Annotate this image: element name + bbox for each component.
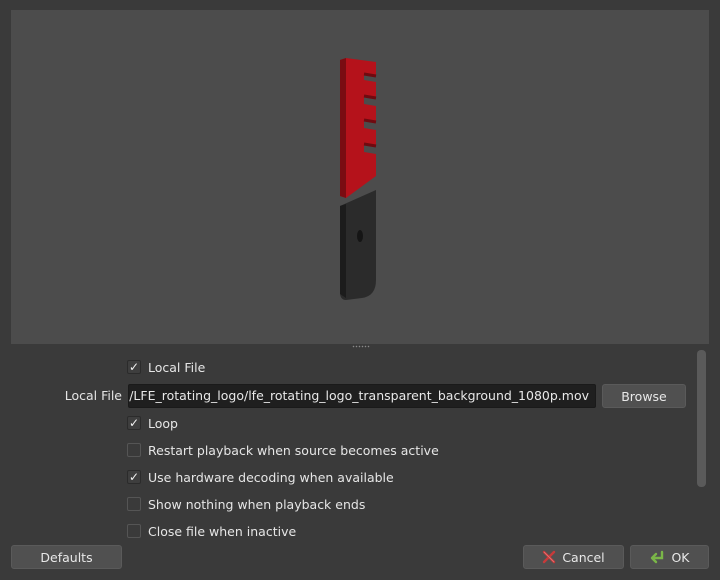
restart-playback-checkbox[interactable] — [127, 443, 141, 457]
close-file-checkbox[interactable] — [127, 524, 141, 538]
loop-checkbox[interactable]: ✓ — [127, 416, 141, 430]
browse-button[interactable]: Browse — [602, 384, 686, 408]
ok-label: OK — [671, 549, 690, 565]
show-nothing-row[interactable]: Show nothing when playback ends — [127, 492, 365, 516]
source-preview — [11, 10, 709, 344]
cancel-label: Cancel — [562, 549, 605, 565]
show-nothing-checkbox[interactable] — [127, 497, 141, 511]
restart-playback-row[interactable]: Restart playback when source becomes act… — [127, 438, 439, 462]
loop-row[interactable]: ✓ Loop — [127, 411, 178, 435]
cancel-x-icon — [542, 550, 556, 564]
close-file-label: Close file when inactive — [148, 523, 297, 539]
local-file-path-field[interactable]: os/LFE_rotating_logo/lfe_rotating_logo_t… — [128, 384, 596, 408]
hw-decoding-label: Use hardware decoding when available — [148, 469, 394, 485]
properties-panel: ✓ Local File Local File os/LFE_rotating_… — [0, 352, 695, 540]
ok-arrow-icon — [649, 550, 665, 564]
cancel-button[interactable]: Cancel — [523, 545, 624, 569]
restart-playback-label: Restart playback when source becomes act… — [148, 442, 439, 458]
loop-label: Loop — [148, 415, 178, 431]
hw-decoding-row[interactable]: ✓ Use hardware decoding when available — [127, 465, 394, 489]
local-file-checkbox[interactable]: ✓ — [127, 360, 141, 374]
local-file-checkbox-label: Local File — [148, 359, 206, 375]
lfe-logo-image — [336, 48, 386, 300]
local-file-path-text: os/LFE_rotating_logo/lfe_rotating_logo_t… — [128, 388, 589, 403]
splitter-handle[interactable] — [0, 344, 720, 350]
close-file-row[interactable]: Close file when inactive — [127, 519, 296, 543]
local-file-label: Local File — [64, 388, 122, 403]
defaults-button[interactable]: Defaults — [11, 545, 122, 569]
ok-button[interactable]: OK — [630, 545, 709, 569]
local-file-checkbox-row[interactable]: ✓ Local File — [127, 355, 205, 379]
splitter-grip-icon — [352, 345, 370, 348]
show-nothing-label: Show nothing when playback ends — [148, 496, 366, 512]
hw-decoding-checkbox[interactable]: ✓ — [127, 470, 141, 484]
properties-scrollbar[interactable] — [697, 350, 706, 487]
